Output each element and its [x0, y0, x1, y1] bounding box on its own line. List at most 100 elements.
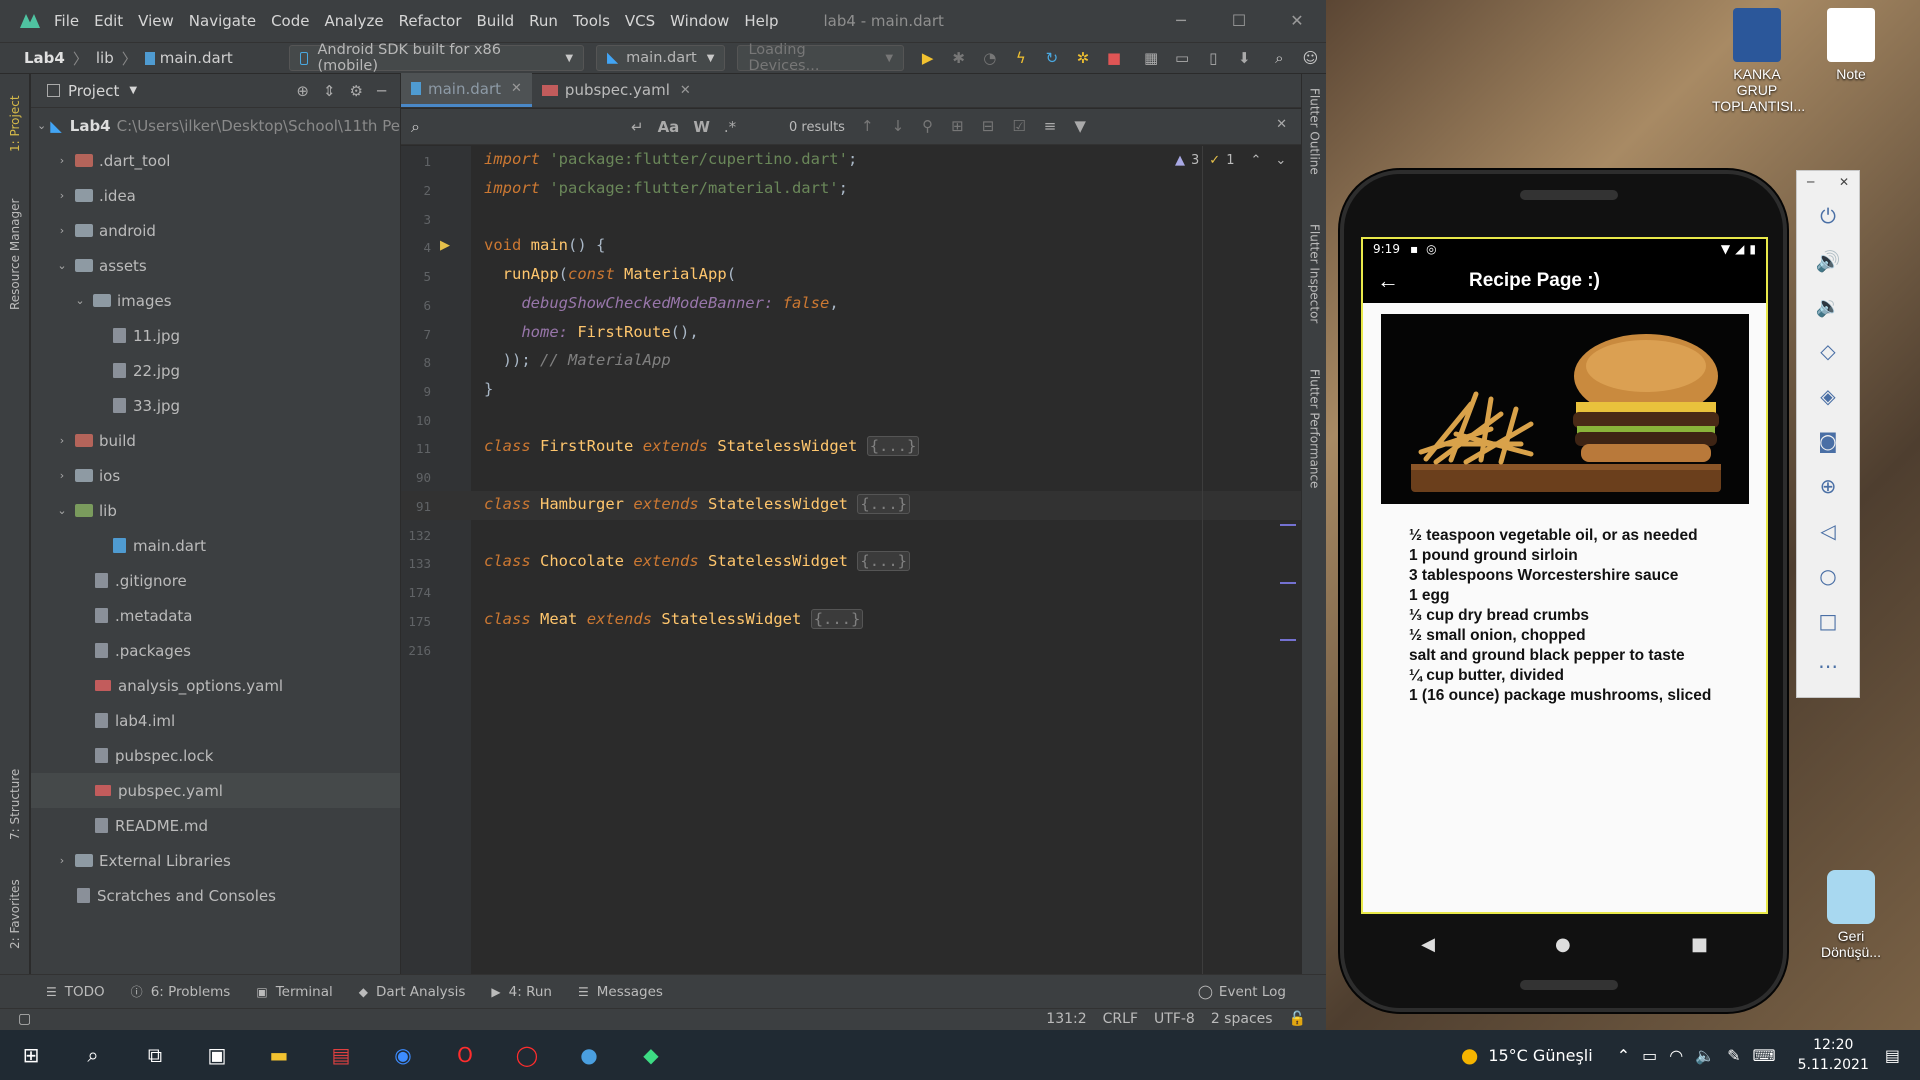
menu-analyze[interactable]: Analyze	[324, 12, 383, 30]
hot-reload-icon[interactable]: ϟ	[1009, 46, 1032, 70]
taskbar-clock[interactable]: 12:20 5.11.2021	[1798, 1035, 1869, 1075]
device-selector[interactable]: Android SDK built for x86 (mobile) ▼	[288, 42, 585, 74]
power-icon[interactable]: ⏻	[1797, 193, 1859, 238]
chevron-right-icon[interactable]: ›	[55, 854, 69, 867]
close-find-icon[interactable]: ✕	[1276, 117, 1287, 132]
menu-run[interactable]: Run	[529, 12, 558, 30]
chevron-up-icon[interactable]: ⌃	[1617, 1046, 1630, 1065]
chevron-down-icon[interactable]: ▼	[129, 85, 137, 96]
chevron-down-icon[interactable]: ⌄	[1275, 153, 1286, 168]
context-icon[interactable]: ≡	[1044, 117, 1057, 135]
tree-item[interactable]: 22.jpg	[31, 353, 400, 388]
tree-item[interactable]: pubspec.lock	[31, 738, 400, 773]
rotate-right-icon[interactable]: ◈	[1797, 373, 1859, 418]
tree-item[interactable]: 33.jpg	[31, 388, 400, 423]
tree-item[interactable]: › .dart_tool	[31, 143, 400, 178]
tab-terminal[interactable]: ▣ Terminal	[256, 984, 332, 1000]
desktop-icon-recycle-bin[interactable]: Geri Dönüşü...	[1806, 870, 1896, 960]
tree-item[interactable]: .metadata	[31, 598, 400, 633]
menu-edit[interactable]: Edit	[94, 12, 123, 30]
tab-dart-analysis[interactable]: ◆ Dart Analysis	[359, 984, 466, 1000]
chevron-down-icon[interactable]: ⌄	[73, 294, 87, 307]
tab-structure[interactable]: 7: Structure	[0, 754, 30, 854]
match-case-icon[interactable]: Aa	[658, 118, 680, 136]
error-stripe-marker[interactable]	[1280, 582, 1296, 584]
avd-manager-icon[interactable]: ▭	[1171, 46, 1194, 70]
error-stripe-marker[interactable]	[1280, 524, 1296, 526]
tree-item[interactable]: ⌄ assets	[31, 248, 400, 283]
minimize-icon[interactable]: ─	[1807, 175, 1814, 189]
filter-icon[interactable]: ▼	[1074, 117, 1086, 135]
breadcrumb-file[interactable]: main.dart	[160, 49, 233, 67]
regex-icon[interactable]: .*	[724, 118, 736, 136]
desktop-icon-word-doc[interactable]: KANKA GRUP TOPLANTISI...	[1712, 8, 1805, 114]
menu-tools[interactable]: Tools	[573, 12, 610, 30]
home-icon[interactable]: ○	[1797, 553, 1859, 598]
gear-icon[interactable]: ⚙	[350, 82, 363, 100]
file-explorer-icon[interactable]: ▬	[248, 1030, 310, 1080]
chevron-right-icon[interactable]: ›	[55, 434, 69, 447]
tree-item[interactable]: .packages	[31, 633, 400, 668]
minimize-icon[interactable]: ─	[1152, 0, 1210, 42]
toggle-tool-windows-icon[interactable]: ▢	[18, 1011, 31, 1027]
battery-tray-icon[interactable]: ▭	[1642, 1046, 1657, 1065]
menu-view[interactable]: View	[138, 12, 174, 30]
stop-icon[interactable]: ■	[1102, 46, 1125, 70]
terminal-app-icon[interactable]: ▣	[186, 1030, 248, 1080]
arrow-up-icon[interactable]: ↑	[861, 117, 874, 135]
volume-tray-icon[interactable]: 🔈	[1695, 1046, 1715, 1065]
tab-flutter-performance[interactable]: Flutter Performance	[1302, 369, 1327, 509]
menu-code[interactable]: Code	[271, 12, 309, 30]
tree-item[interactable]: lab4.iml	[31, 703, 400, 738]
volume-down-icon[interactable]: 🔉	[1797, 283, 1859, 328]
tree-root[interactable]: ⌄ ◣ Lab4 C:\Users\ilker\Desktop\School\1…	[31, 108, 400, 143]
debug-icon[interactable]: ✱	[947, 46, 970, 70]
tree-item[interactable]: › ios	[31, 458, 400, 493]
overview-icon[interactable]: □	[1797, 598, 1859, 643]
tab-resource-manager[interactable]: Resource Manager	[0, 184, 30, 324]
desktop-icon-note[interactable]: Note	[1806, 8, 1896, 82]
tree-item[interactable]: 11.jpg	[31, 318, 400, 353]
back-arrow-icon[interactable]: ←	[1363, 268, 1413, 294]
device-manager-icon[interactable]: ▯	[1202, 46, 1225, 70]
tab-pubspec-yaml[interactable]: pubspec.yaml ✕	[532, 73, 701, 107]
chevron-right-icon[interactable]: ›	[55, 189, 69, 202]
tree-item[interactable]: › .idea	[31, 178, 400, 213]
menu-vcs[interactable]: VCS	[625, 12, 655, 30]
tree-item[interactable]: Scratches and Consoles	[31, 878, 400, 913]
opera-gx-icon[interactable]: ◯	[496, 1030, 558, 1080]
tree-item[interactable]: › android	[31, 213, 400, 248]
hot-restart-icon[interactable]: ↻	[1040, 46, 1063, 70]
zoom-icon[interactable]: ⊕	[1797, 463, 1859, 508]
add-occurrence-icon[interactable]: ⊞	[951, 117, 964, 135]
search-icon[interactable]: ⌕	[62, 1030, 124, 1080]
chevron-down-icon[interactable]: ⌄	[55, 504, 69, 517]
tab-todo[interactable]: ☰ TODO	[46, 984, 105, 1000]
nav-back-icon[interactable]: ◀	[1421, 934, 1435, 955]
whole-words-icon[interactable]: W	[693, 118, 710, 136]
nav-recents-icon[interactable]: ■	[1691, 934, 1708, 955]
profile-icon[interactable]: ◔	[978, 46, 1001, 70]
tab-project[interactable]: 1: Project	[0, 84, 30, 164]
collapse-all-icon[interactable]: ⇕	[323, 82, 336, 100]
menu-build[interactable]: Build	[477, 12, 515, 30]
camera-icon[interactable]: ◙	[1797, 418, 1859, 463]
weather-text[interactable]: 15°C Güneşli	[1488, 1046, 1592, 1065]
volume-up-icon[interactable]: 🔊	[1797, 238, 1859, 283]
error-stripe-marker[interactable]	[1280, 639, 1296, 641]
chevron-right-icon[interactable]: ›	[55, 154, 69, 167]
tab-favorites[interactable]: 2: Favorites	[0, 864, 30, 964]
line-separator[interactable]: CRLF	[1103, 1011, 1138, 1027]
locate-file-icon[interactable]: ⊕	[296, 82, 309, 100]
more-icon[interactable]: ⋯	[1797, 643, 1859, 688]
office-app-icon[interactable]: ▤	[310, 1030, 372, 1080]
back-icon[interactable]: ◁	[1797, 508, 1859, 553]
tab-problems[interactable]: ⓘ 6: Problems	[131, 983, 231, 1000]
file-encoding[interactable]: UTF-8	[1154, 1011, 1195, 1027]
zoom-app-icon[interactable]: ◉	[372, 1030, 434, 1080]
chevron-right-icon[interactable]: ›	[55, 469, 69, 482]
tree-item[interactable]: › build	[31, 423, 400, 458]
tree-item[interactable]: pubspec.yaml	[31, 773, 400, 808]
close-icon[interactable]: ✕	[1839, 175, 1849, 189]
wifi-tray-icon[interactable]: ◠	[1669, 1046, 1683, 1065]
